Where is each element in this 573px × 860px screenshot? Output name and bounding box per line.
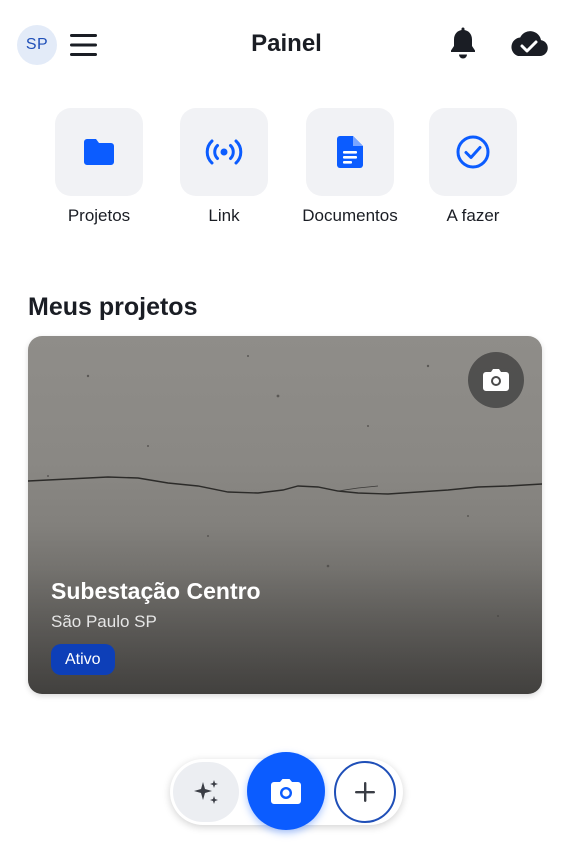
quick-actions: Projetos Link Documentos A fazer (0, 108, 573, 238)
folder-icon (84, 139, 114, 165)
quick-action-tile[interactable] (429, 108, 517, 196)
project-location: São Paulo SP (51, 612, 157, 631)
app-header: SP Painel (0, 0, 573, 92)
card-camera-button[interactable] (468, 352, 524, 408)
check-circle-icon (456, 135, 490, 169)
quick-action-tile[interactable] (306, 108, 394, 196)
page-title: Painel (251, 30, 322, 57)
capture-photo-button[interactable] (247, 752, 325, 830)
sparkles-icon (194, 780, 218, 804)
cloud-check-icon[interactable] (508, 28, 550, 60)
camera-icon (271, 778, 301, 804)
plus-icon (355, 782, 375, 802)
broadcast-icon (205, 139, 243, 165)
quick-action-label: Projetos (67, 206, 131, 225)
quick-action-tile[interactable] (180, 108, 268, 196)
document-icon (337, 136, 363, 168)
quick-action-a-fazer[interactable]: A fazer (418, 108, 528, 226)
project-card[interactable]: Subestação Centro São Paulo SP Ativo (28, 336, 542, 694)
quick-action-documentos[interactable]: Documentos (295, 108, 405, 226)
quick-action-label: Link (208, 206, 240, 225)
add-button[interactable] (334, 761, 396, 823)
bell-icon[interactable] (447, 27, 479, 61)
project-title: Subestação Centro (51, 578, 261, 604)
quick-action-label: Documentos (302, 206, 398, 225)
bottom-action-bar (170, 752, 403, 830)
quick-action-tile[interactable] (55, 108, 143, 196)
quick-action-link[interactable]: Link (169, 108, 279, 226)
section-title: Meus projetos (28, 293, 198, 321)
status-badge: Ativo (51, 644, 115, 675)
quick-action-label: A fazer (446, 206, 500, 225)
ai-button[interactable] (173, 762, 239, 822)
camera-icon (483, 369, 509, 391)
quick-action-projetos[interactable]: Projetos (44, 108, 154, 226)
